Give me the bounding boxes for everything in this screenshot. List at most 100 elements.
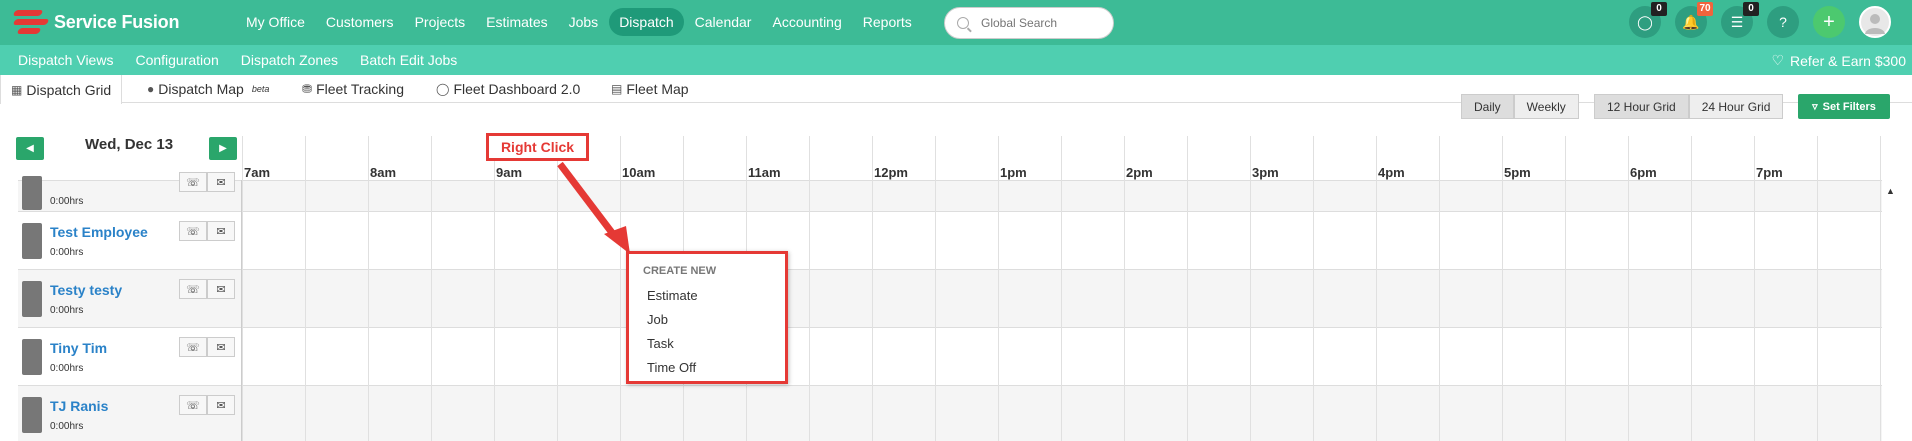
tab-fleet-dashboard[interactable]: ◯ Fleet Dashboard 2.0 [436, 75, 580, 103]
hour-label: 5pm [1504, 165, 1531, 180]
phone-button[interactable]: ☏ [179, 279, 207, 299]
employee-actions: ☏ ✉ [179, 337, 235, 357]
notifications-button[interactable]: 🔔 70 [1675, 2, 1713, 38]
nav-projects[interactable]: Projects [405, 8, 476, 36]
message-button[interactable]: ✉ [207, 395, 235, 415]
tab-label: Dispatch Grid [26, 81, 112, 98]
nav-my-office[interactable]: My Office [236, 8, 315, 36]
list-icon: ☰ [1730, 13, 1744, 30]
nav-accounting[interactable]: Accounting [762, 8, 851, 36]
phone-button[interactable]: ☏ [179, 337, 207, 357]
hour-label: 6pm [1630, 165, 1657, 180]
search-icon [957, 17, 969, 29]
tab-label: Fleet Map [626, 81, 689, 97]
tab-label: Fleet Dashboard 2.0 [453, 81, 581, 97]
nav-reports[interactable]: Reports [853, 8, 922, 36]
phone-button[interactable]: ☏ [179, 221, 207, 241]
employee-hours: 0:00hrs [50, 305, 84, 316]
dispatch-grid[interactable]: 7am 8am 9am 10am 11am 12pm 1pm 2pm 3pm 4… [242, 136, 1882, 441]
subnav-configuration[interactable]: Configuration [135, 52, 218, 68]
employee-name[interactable]: Tiny Tim [50, 340, 107, 356]
message-button[interactable]: ✉ [207, 172, 235, 192]
context-menu-header: CREATE NEW [643, 265, 717, 277]
message-button[interactable]: ✉ [207, 221, 235, 241]
nav-jobs[interactable]: Jobs [559, 8, 609, 36]
nav-dispatch[interactable]: Dispatch [609, 8, 684, 36]
grid-mode-toggle: 12 Hour Grid 24 Hour Grid [1594, 94, 1784, 119]
bell-icon: 🔔 [1682, 13, 1700, 30]
top-nav: Service Fusion My Office Customers Proje… [0, 0, 1912, 45]
phone-button[interactable]: ☏ [179, 172, 207, 192]
twentyfour-hour-grid-button[interactable]: 24 Hour Grid [1688, 94, 1784, 119]
message-button[interactable]: ✉ [207, 337, 235, 357]
nav-calendar[interactable]: Calendar [685, 8, 762, 36]
user-avatar[interactable] [1859, 6, 1891, 38]
employee-hours: 0:00hrs [50, 363, 84, 374]
callout-arrow-icon [557, 161, 630, 254]
hour-label: 9am [496, 165, 523, 180]
view-toggle: Daily Weekly [1461, 94, 1579, 119]
create-job-item[interactable]: Job [647, 312, 668, 327]
context-menu: CREATE NEW Estimate Job Task Time Off [626, 251, 788, 384]
hour-label: 7pm [1756, 165, 1783, 180]
hour-label: 12pm [874, 165, 908, 180]
employee-name[interactable]: Test Employee [50, 224, 148, 240]
create-time-off-item[interactable]: Time Off [647, 360, 696, 375]
tasks-badge: 0 [1743, 2, 1759, 16]
employee-hours: 0:00hrs [50, 196, 84, 207]
grid-icon: ▦ [11, 82, 23, 97]
daily-button[interactable]: Daily [1461, 94, 1514, 119]
truck-icon: ⛃ [302, 82, 313, 96]
subnav-batch-edit-jobs[interactable]: Batch Edit Jobs [360, 52, 457, 68]
gauge-icon: ◯ [436, 82, 450, 96]
employee-photo [22, 281, 42, 317]
current-date: Wed, Dec 13 [85, 136, 174, 153]
create-task-item[interactable]: Task [647, 336, 674, 351]
help-icon: ? [1779, 14, 1787, 30]
weekly-button[interactable]: Weekly [1513, 94, 1579, 119]
refer-earn-link[interactable]: ♡ Refer & Earn $300 [1771, 52, 1906, 69]
employee-actions: ☏ ✉ [179, 221, 235, 241]
twelve-hour-grid-button[interactable]: 12 Hour Grid [1594, 94, 1689, 119]
heart-icon: ♡ [1771, 52, 1785, 68]
nav-customers[interactable]: Customers [316, 8, 404, 36]
tab-dispatch-map[interactable]: ● Dispatch Map beta [147, 75, 269, 103]
logo[interactable]: Service Fusion [12, 8, 179, 36]
create-estimate-item[interactable]: Estimate [647, 288, 698, 303]
set-filters-button[interactable]: ▿ Set Filters [1798, 94, 1890, 119]
message-button[interactable]: ✉ [207, 279, 235, 299]
employee-name[interactable]: TJ Ranis [50, 398, 108, 414]
employee-actions: ☏ ✉ [179, 395, 235, 415]
chat-icon: ◯ [1637, 13, 1653, 30]
global-search[interactable] [944, 7, 1114, 39]
hour-label: 11am [748, 165, 781, 180]
tasks-button[interactable]: ☰ 0 [1721, 2, 1759, 38]
tab-dispatch-grid[interactable]: ▦ Dispatch Grid [0, 75, 123, 104]
chat-button[interactable]: ◯ 0 [1629, 2, 1667, 38]
employee-name[interactable]: Testy testy [50, 282, 122, 298]
subnav-dispatch-zones[interactable]: Dispatch Zones [241, 52, 338, 68]
notifications-badge: 70 [1697, 2, 1713, 16]
employee-hours: 0:00hrs [50, 421, 84, 432]
hour-label: 2pm [1126, 165, 1153, 180]
hour-label: 3pm [1252, 165, 1279, 180]
top-icons: ◯ 0 🔔 70 ☰ 0 ? + [1629, 2, 1905, 38]
hour-label: 7am [244, 165, 271, 180]
hour-label: 1pm [1000, 165, 1027, 180]
phone-button[interactable]: ☏ [179, 395, 207, 415]
tab-fleet-tracking[interactable]: ⛃ Fleet Tracking [302, 75, 404, 103]
employee-photo [22, 397, 42, 433]
subnav-dispatch-views[interactable]: Dispatch Views [18, 52, 113, 68]
search-input[interactable] [981, 16, 1101, 30]
employee-row: 0:00hrs ☏ ✉ [18, 152, 242, 211]
map-pin-icon: ● [147, 82, 155, 96]
employee-photo [22, 223, 42, 259]
scroll-up-arrow-icon[interactable]: ▲ [1886, 186, 1895, 196]
create-button[interactable]: + [1813, 6, 1845, 38]
help-button[interactable]: ? [1767, 6, 1799, 38]
employee-row: Testy testy 0:00hrs ☏ ✉ [18, 269, 242, 327]
nav-estimates[interactable]: Estimates [476, 8, 557, 36]
tab-fleet-map[interactable]: ▤ Fleet Map [611, 75, 689, 103]
employee-photo [22, 176, 42, 210]
main-menu: My Office Customers Projects Estimates J… [236, 8, 923, 36]
